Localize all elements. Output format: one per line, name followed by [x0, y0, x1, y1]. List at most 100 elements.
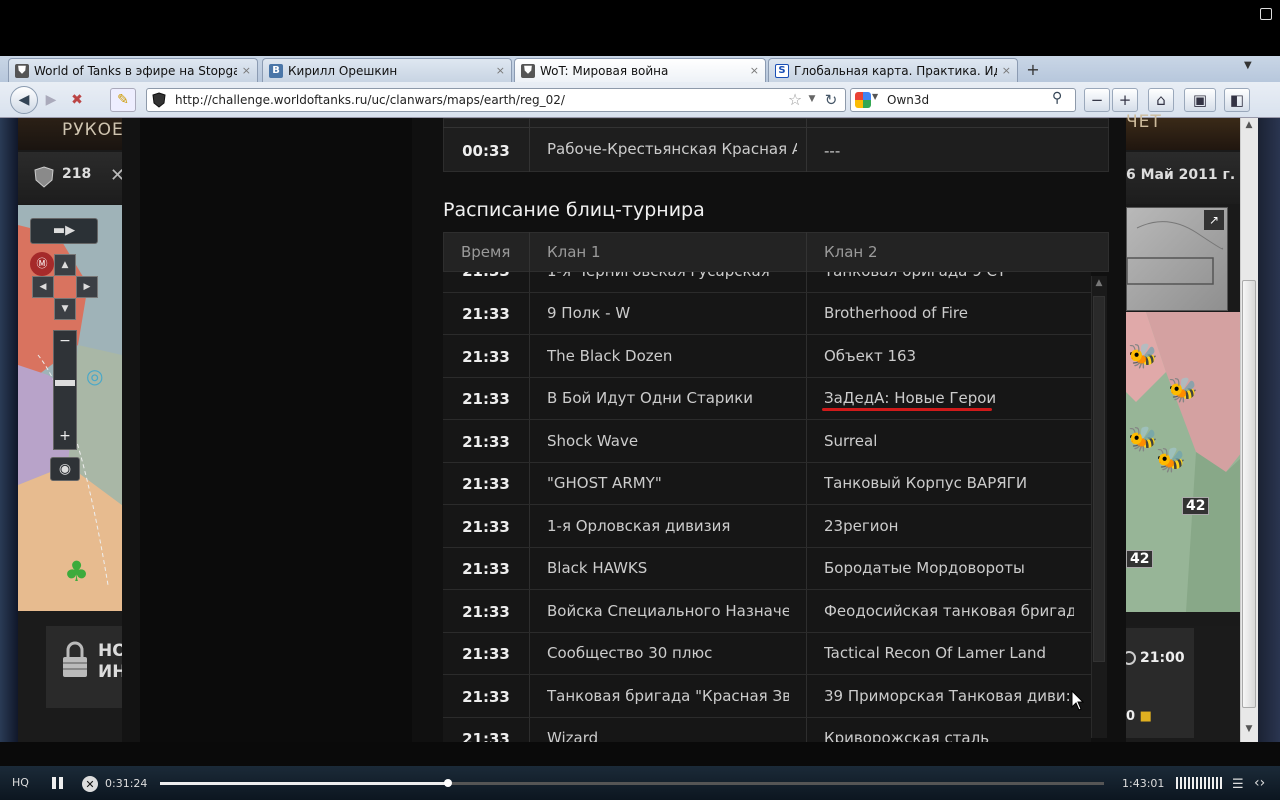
- bookmarks-button[interactable]: ▣: [1184, 88, 1216, 112]
- table-scrollbar-thumb[interactable]: [1093, 296, 1105, 662]
- page-scrollbar-thumb[interactable]: [1242, 280, 1256, 708]
- clan-2-name[interactable]: Объект 163: [824, 347, 1074, 365]
- clan-2-name[interactable]: Surreal: [824, 432, 1074, 450]
- map-mode-button[interactable]: ▬▶: [30, 218, 98, 244]
- forward-button[interactable]: ▶: [40, 89, 62, 111]
- site-identity-icon[interactable]: [152, 92, 166, 108]
- table-row[interactable]: 21:33 Wizard Криворожская сталь: [443, 718, 1091, 742]
- bee-clan-icon: 🐝: [1168, 376, 1198, 404]
- google-icon[interactable]: [855, 92, 871, 108]
- clan-2-name[interactable]: Танковая бригада 9 СТ: [824, 272, 1084, 280]
- clan-1-name[interactable]: Shock Wave: [547, 432, 789, 450]
- clan-1-name[interactable]: "GHOST ARMY": [547, 474, 789, 492]
- clan-2-name[interactable]: ЗаДедА: Новые Герои: [824, 389, 1074, 407]
- tab-title: Глобальная карта. Практика. Идем ...: [794, 63, 997, 78]
- video-top-bar: [0, 0, 1280, 56]
- match-time: 21:33: [462, 432, 510, 451]
- scroll-down-icon[interactable]: ▼: [1242, 724, 1256, 738]
- table-row: [443, 118, 1109, 128]
- bookmarks-icon: ▣: [1192, 91, 1208, 109]
- table-row[interactable]: 21:33 1-я Черниговская гусарская Танкова…: [443, 272, 1091, 293]
- clan-2-name[interactable]: Феодосийская танковая бригад: [824, 602, 1074, 620]
- menu-icon[interactable]: ☰: [1232, 777, 1244, 792]
- pan-up-button[interactable]: ▲: [54, 254, 76, 276]
- table-row[interactable]: 21:33 9 Полк - W Brotherhood of Fire: [443, 293, 1091, 335]
- clan-2-name[interactable]: Бородатые Мордовороты: [824, 559, 1074, 577]
- clan-2-name[interactable]: 23регион: [824, 517, 1074, 535]
- schedule-table-body[interactable]: 21:33 1-я Черниговская гусарская Танкова…: [443, 272, 1091, 742]
- video-progress-knob[interactable]: [443, 779, 452, 787]
- table-row[interactable]: 21:33 Войска Специального Назначени Феодос…: [443, 591, 1091, 633]
- zoom-out-map-button[interactable]: −: [55, 333, 75, 349]
- clover-icon: ♣: [64, 555, 90, 588]
- zoom-slider-thumb[interactable]: [55, 380, 75, 386]
- clan-1-name[interactable]: 1-я Орловская дивизия: [547, 517, 789, 535]
- expand-icon[interactable]: ↗: [1204, 210, 1224, 230]
- clan-2-name[interactable]: 39 Приморская Танковая диви:: [824, 687, 1074, 705]
- back-button[interactable]: ◀: [10, 86, 38, 114]
- scroll-up-icon[interactable]: ▲: [1242, 120, 1256, 134]
- clan-2-name[interactable]: Brotherhood of Fire: [824, 304, 1074, 322]
- url-input[interactable]: http://challenge.worldoftanks.ru/uc/clan…: [146, 88, 846, 112]
- tab-wot-world-war[interactable]: ⛊ WoT: Мировая война ×: [514, 58, 766, 82]
- search-input[interactable]: Own3d: [850, 88, 1076, 112]
- zoom-out-button[interactable]: −: [1084, 88, 1110, 112]
- table-row[interactable]: 21:33 1-я Орловская дивизия 23регион: [443, 506, 1091, 548]
- bookmark-star-icon[interactable]: ☆: [786, 89, 804, 109]
- volume-control[interactable]: [1176, 777, 1224, 789]
- new-tab-button[interactable]: +: [1020, 58, 1046, 80]
- table-row[interactable]: 21:33 Танковая бригада "Красная Звез 39 Пр…: [443, 676, 1091, 718]
- clan-2-name[interactable]: Танковый Корпус ВАРЯГИ: [824, 474, 1074, 492]
- clan-1-name[interactable]: Танковая бригада "Красная Звез: [547, 687, 789, 705]
- clan-1-name[interactable]: 9 Полк - W: [547, 304, 789, 322]
- pan-left-button[interactable]: ◀: [32, 276, 54, 298]
- stop-icon[interactable]: ✕: [82, 776, 98, 792]
- expand-icon[interactable]: ‹›: [1254, 775, 1265, 791]
- video-progress-fill: [160, 782, 448, 785]
- tools-button[interactable]: ✎: [110, 88, 136, 112]
- eye-icon[interactable]: ◉: [50, 457, 80, 481]
- tab-world-of-tanks-stopgame[interactable]: ⛊ World of Tanks в эфире на Stopgam... ×: [8, 58, 258, 82]
- close-icon[interactable]: ×: [496, 64, 505, 77]
- tab-kirill-oreshkin[interactable]: B Кирилл Орешкин ×: [262, 58, 512, 82]
- url-dropdown-icon[interactable]: ▼: [806, 90, 818, 108]
- pan-down-button[interactable]: ▼: [54, 298, 76, 320]
- pan-right-button[interactable]: ▶: [76, 276, 98, 298]
- sidebar-button[interactable]: ◧: [1224, 88, 1250, 112]
- clan-1-name[interactable]: Сообщество 30 плюс: [547, 644, 789, 662]
- site-header-right: ЧЕТ: [1108, 112, 1258, 150]
- reload-button[interactable]: ↻: [820, 89, 842, 111]
- zoom-in-button[interactable]: +: [1112, 88, 1138, 112]
- table-row[interactable]: 21:33 Black HAWKS Бородатые Мордовороты: [443, 548, 1091, 590]
- close-icon[interactable]: ×: [1002, 64, 1011, 77]
- table-row[interactable]: 21:33 The Black Dozen Объект 163: [443, 336, 1091, 378]
- clan-1-name[interactable]: 1-я Черниговская гусарская: [547, 272, 797, 280]
- hq-toggle-button[interactable]: HQ: [12, 776, 29, 789]
- clan-1-name[interactable]: Black HAWKS: [547, 559, 789, 577]
- tab-list-dropdown-icon[interactable]: ▼: [1244, 60, 1260, 78]
- clan-1-name[interactable]: The Black Dozen: [547, 347, 789, 365]
- table-row[interactable]: 21:33 "GHOST ARMY" Танковый Корпус ВАРЯГИ: [443, 463, 1091, 505]
- table-row[interactable]: 21:33 Сообщество 30 плюс Tactical Recon Of…: [443, 633, 1091, 675]
- close-icon[interactable]: ×: [750, 64, 759, 77]
- home-button[interactable]: ⌂: [1148, 88, 1174, 112]
- zoom-in-map-button[interactable]: +: [55, 428, 75, 444]
- reload-icon: ↻: [824, 91, 838, 109]
- clan-1-name[interactable]: Рабоче-Крестьянская Красная А: [547, 140, 797, 158]
- table-row[interactable]: 21:33 В Бой Идут Одни Старики ЗаДедА: Новы…: [443, 378, 1091, 420]
- clan-1-name[interactable]: Wizard: [547, 729, 789, 742]
- search-icon[interactable]: ⚲: [1052, 90, 1062, 106]
- table-row[interactable]: 21:33 Shock Wave Surreal: [443, 421, 1091, 463]
- pause-icon[interactable]: [52, 777, 64, 789]
- search-engine-dropdown-icon[interactable]: ▼: [872, 92, 878, 101]
- clan-1-name[interactable]: В Бой Идут Одни Старики: [547, 389, 789, 407]
- clan-2-name[interactable]: Tactical Recon Of Lamer Land: [824, 644, 1074, 662]
- scroll-up-icon[interactable]: ▲: [1092, 278, 1106, 294]
- tab-global-map-practice[interactable]: S Глобальная карта. Практика. Идем ... ×: [768, 58, 1018, 82]
- clan-1-name[interactable]: Войска Специального Назначени: [547, 602, 789, 620]
- match-time: 21:33: [462, 560, 510, 578]
- close-icon[interactable]: ×: [242, 64, 251, 77]
- fullscreen-icon[interactable]: [1260, 8, 1272, 20]
- clan-2-name[interactable]: Криворожская сталь: [824, 729, 1074, 742]
- history-dropdown-button[interactable]: ✖: [66, 89, 88, 111]
